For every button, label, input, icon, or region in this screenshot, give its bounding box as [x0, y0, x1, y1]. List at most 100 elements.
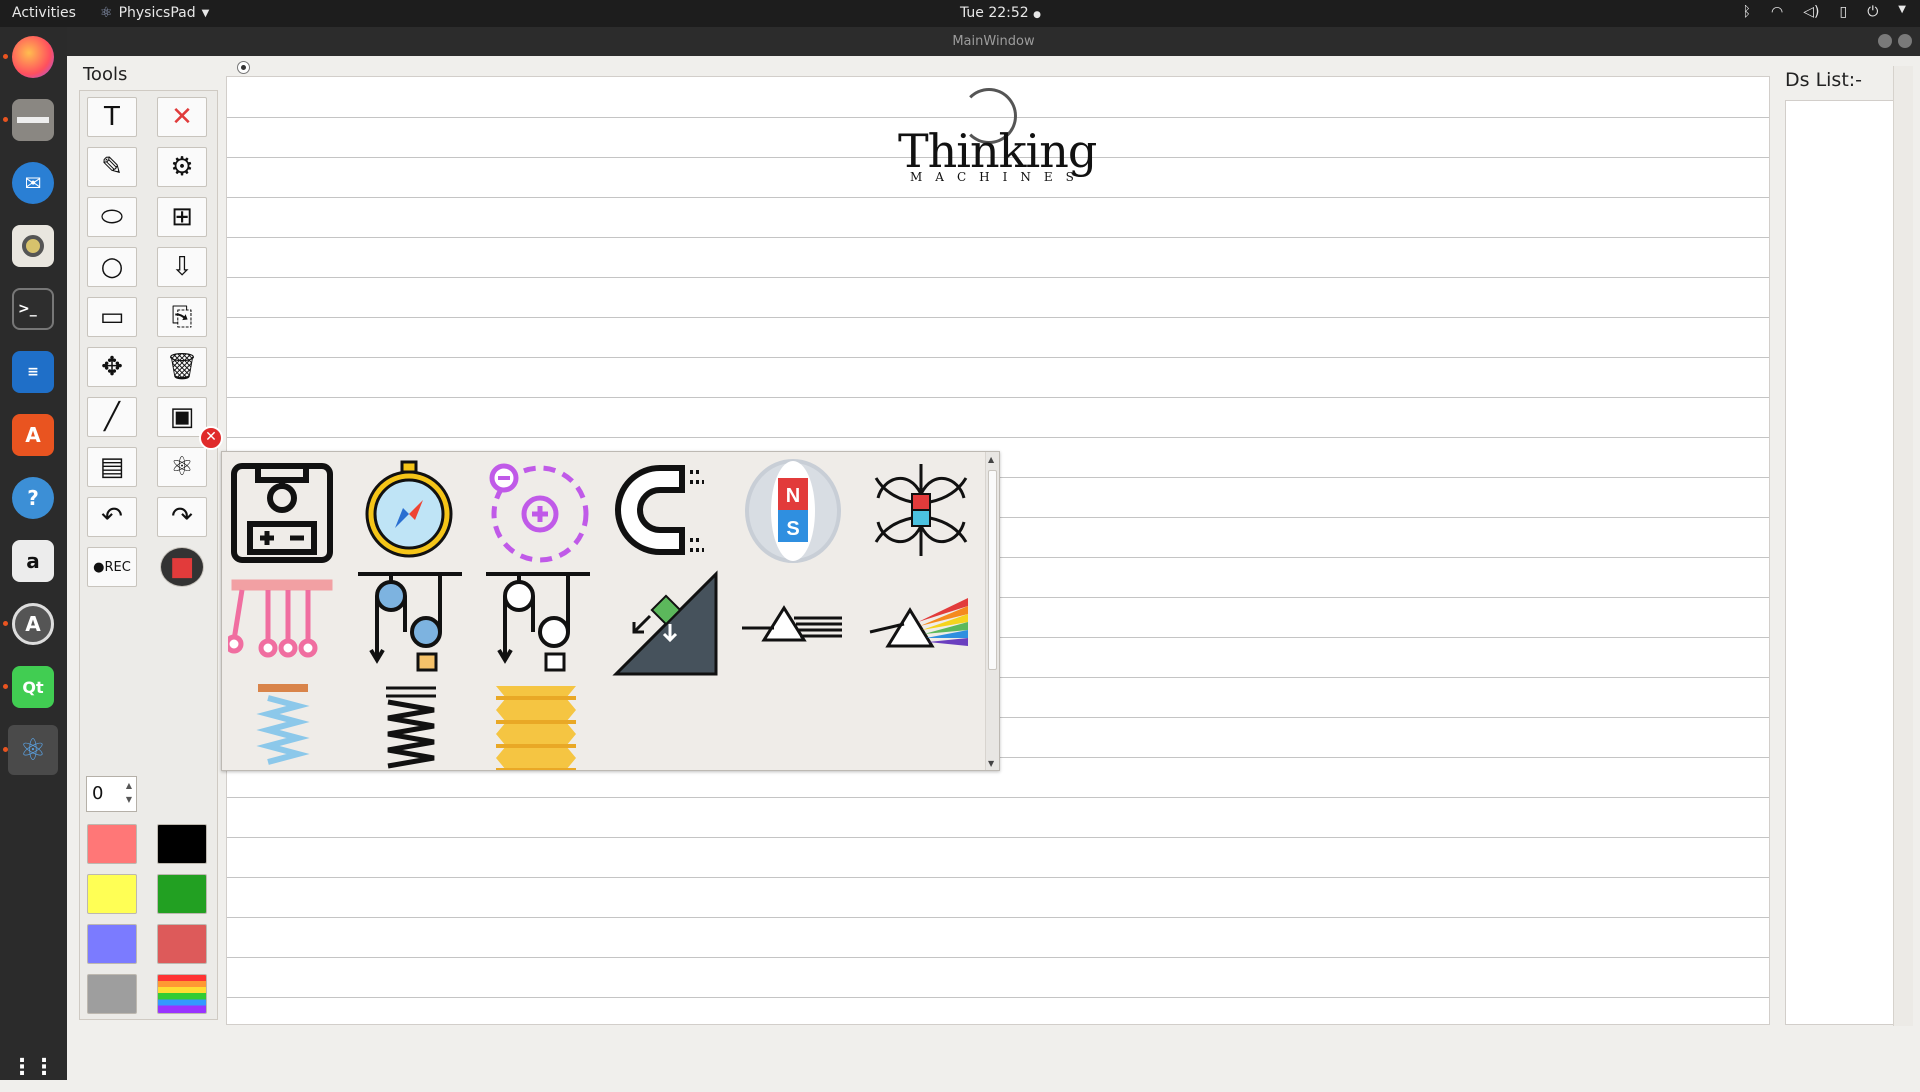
ds-list[interactable]	[1785, 100, 1905, 1025]
window-title: MainWindow	[952, 34, 1035, 49]
clock[interactable]: Tue 22:52 ●	[960, 5, 1041, 21]
delete-tool-button[interactable]: ✕	[157, 97, 207, 137]
chevron-down-icon[interactable]: ▼	[1898, 4, 1906, 20]
close-window-button[interactable]	[1898, 34, 1912, 48]
redo-tool-button[interactable]: ↷	[157, 497, 207, 537]
compass-icon[interactable]	[356, 458, 462, 568]
ruled-line	[227, 277, 1769, 278]
newtons-cradle-icon[interactable]	[224, 570, 334, 680]
color-swatch[interactable]	[87, 974, 137, 1014]
pages-tool-button[interactable]: ▤	[87, 447, 137, 487]
line-tool-button[interactable]: ╱	[87, 397, 137, 437]
physics-tool-button[interactable]: ⚛	[157, 447, 207, 487]
ellipse-tool-button[interactable]: ⬭	[87, 197, 137, 237]
dock-physicspad[interactable]: ⚛	[3, 725, 58, 775]
color-swatch[interactable]	[157, 874, 207, 914]
rainbow-swatch[interactable]	[157, 974, 207, 1014]
physics-objects-popup: ▲ ▼ NS	[221, 451, 1000, 771]
color-swatch[interactable]	[87, 924, 137, 964]
right-scrollbar[interactable]	[1893, 66, 1913, 1026]
scroll-thumb[interactable]	[988, 470, 997, 670]
svg-text:S: S	[786, 518, 799, 540]
bluetooth-icon[interactable]: ᛒ	[1743, 4, 1751, 20]
magnetic-field-icon[interactable]	[868, 458, 974, 568]
color-swatch[interactable]	[157, 924, 207, 964]
pencil-tool-icon: ✎	[101, 152, 123, 182]
show-apps-button[interactable]: ⋮⋮	[8, 1042, 58, 1092]
pencil-tool-button[interactable]: ✎	[87, 147, 137, 187]
network-tool-icon: ⚙	[170, 152, 194, 182]
image-tool-button[interactable]: ▣	[157, 397, 207, 437]
import-tool-button[interactable]: ⇩	[157, 247, 207, 287]
activities-button[interactable]: Activities	[12, 5, 76, 21]
book-tool-button[interactable]: ⎘	[157, 297, 207, 337]
dock-rhythmbox[interactable]	[8, 221, 58, 271]
dock-help[interactable]: ?	[8, 473, 58, 523]
import-tool-icon: ⇩	[171, 252, 193, 282]
record-tool-button[interactable]: ●REC	[87, 547, 137, 587]
physicspad-icon: ⚛	[100, 5, 113, 21]
charges-icon[interactable]	[484, 458, 590, 568]
dock-software[interactable]: A	[8, 410, 58, 460]
dock-firefox[interactable]	[3, 32, 58, 82]
amazon-icon: a	[12, 540, 54, 582]
spring-blue-icon[interactable]	[228, 682, 334, 770]
pulley-block-icon[interactable]	[484, 570, 590, 680]
scroll-up-icon[interactable]: ▲	[988, 455, 994, 464]
stop-tool-button[interactable]: ■	[160, 547, 204, 587]
network-tool-button[interactable]: ⚙	[157, 147, 207, 187]
size-spinbox[interactable]: 0 ▲ ▼	[86, 776, 137, 812]
thinking-machines-logo: Thinking MACHINES	[898, 84, 1108, 184]
battery-icon[interactable]: ▯	[1840, 4, 1848, 20]
pages-tool-icon: ▤	[99, 452, 125, 482]
updater-icon: A	[12, 603, 54, 645]
battery-circuit-icon[interactable]	[228, 458, 334, 568]
size-value: 0	[92, 783, 104, 804]
dock-writer[interactable]: ≡	[8, 347, 58, 397]
wifi-icon[interactable]: ◠	[1771, 4, 1783, 20]
color-swatch[interactable]	[157, 824, 207, 864]
writer-icon: ≡	[12, 351, 54, 393]
popup-scrollbar[interactable]: ▲ ▼	[985, 452, 999, 770]
prism-icon[interactable]	[740, 570, 846, 680]
spin-down-icon[interactable]: ▼	[123, 793, 135, 807]
hierarchy-tool-button[interactable]: ⊞	[157, 197, 207, 237]
volume-icon[interactable]: ◁)	[1803, 4, 1819, 20]
dock-updater[interactable]: A	[3, 599, 58, 649]
system-tray[interactable]: ᛒ ◠ ◁) ▯ ⏻ ▼	[1743, 4, 1906, 20]
physicspad-icon: ⚛	[19, 732, 47, 768]
app-menu[interactable]: ⚛ PhysicsPad ▼	[100, 5, 209, 21]
dock-thunderbird[interactable]: ✉	[8, 158, 58, 208]
inclined-plane-icon[interactable]	[612, 570, 718, 680]
text-tool-button[interactable]: T	[87, 97, 137, 137]
minimize-button[interactable]	[1878, 34, 1892, 48]
dock-qtcreator[interactable]: Qt	[3, 662, 58, 712]
svg-text:N: N	[786, 485, 800, 507]
dock-files[interactable]	[3, 95, 58, 145]
power-icon[interactable]: ⏻	[1867, 4, 1878, 20]
ds-list-title: Ds List:-	[1785, 69, 1863, 91]
move-tool-button[interactable]: ✥	[87, 347, 137, 387]
spring-black-icon[interactable]	[356, 682, 462, 770]
dock-terminal[interactable]: >_	[8, 284, 58, 334]
bar-magnet-icon[interactable]: NS	[740, 458, 846, 568]
pulley-icon[interactable]	[356, 570, 462, 680]
popup-close-button[interactable]: ✕	[199, 426, 223, 450]
trash-tool-button[interactable]: 🗑	[157, 347, 207, 387]
files-icon	[12, 99, 54, 141]
spring-yellow-icon[interactable]	[484, 682, 590, 770]
scroll-down-icon[interactable]: ▼	[988, 759, 994, 768]
circle-tool-button[interactable]: ○	[87, 247, 137, 287]
canvas-radio[interactable]	[237, 61, 250, 74]
tools-title: Tools	[83, 64, 128, 85]
rectangle-tool-icon: ▭	[99, 302, 125, 332]
book-tool-icon: ⎘	[171, 301, 193, 332]
color-swatch[interactable]	[87, 874, 137, 914]
horseshoe-magnet-icon[interactable]	[612, 458, 718, 568]
spin-up-icon[interactable]: ▲	[123, 779, 135, 793]
color-swatch[interactable]	[87, 824, 137, 864]
undo-tool-button[interactable]: ↶	[87, 497, 137, 537]
dispersion-prism-icon[interactable]	[868, 570, 974, 680]
rectangle-tool-button[interactable]: ▭	[87, 297, 137, 337]
dock-amazon[interactable]: a	[8, 536, 58, 586]
